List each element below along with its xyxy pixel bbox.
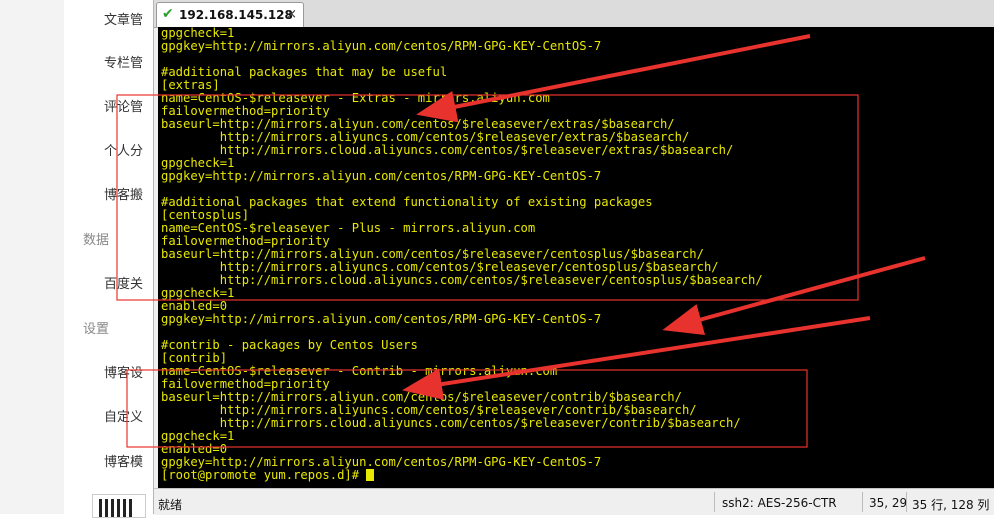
status-encryption: ssh2: AES-256-CTR: [722, 496, 837, 510]
sidebar-item-comments[interactable]: 评论管: [104, 96, 143, 115]
sidebar-item-articles[interactable]: 文章管: [104, 9, 143, 28]
shell-prompt: [root@promote yum.repos.d]#: [161, 468, 367, 482]
terminal-line: gpgkey=http://mirrors.aliyun.com/centos/…: [161, 39, 602, 53]
session-tab-title: 192.168.145.128: [179, 8, 293, 22]
status-terminal-size: 35 行, 128 列: [912, 498, 990, 512]
status-bar: 就绪 ssh2: AES-256-CTR 35, 29 35 行, 128 列: [154, 488, 994, 515]
terminal-line: #contrib - packages by Centos Users: [161, 338, 418, 352]
terminal-line: #additional packages that extend functio…: [161, 195, 653, 209]
terminal-line: gpgcheck=1: [161, 286, 235, 300]
terminal-line: gpgcheck=1: [161, 429, 235, 443]
terminal-line: http://mirrors.cloud.aliyuncs.com/centos…: [161, 416, 741, 430]
sidebar-item-personal[interactable]: 个人分: [104, 140, 143, 159]
sidebar-item-blog-settings[interactable]: 博客设: [104, 362, 143, 381]
terminal-output: gpgcheck=1 gpgkey=http://mirrors.aliyun.…: [161, 27, 763, 482]
sidebar-item-migrate[interactable]: 博客搬: [104, 184, 143, 203]
close-tab-icon[interactable]: ×: [286, 7, 297, 22]
connected-check-icon: ✔: [162, 6, 174, 22]
sidebar-item-baidu[interactable]: 百度关: [104, 273, 143, 292]
status-divider: [862, 492, 863, 512]
qr-code-icon: [92, 494, 146, 518]
sidebar-section-settings: 设置: [83, 322, 110, 337]
terminal-line: http://mirrors.cloud.aliyuncs.com/centos…: [161, 273, 763, 287]
terminal-screen[interactable]: gpgcheck=1 gpgkey=http://mirrors.aliyun.…: [158, 27, 994, 488]
session-tab-bar: ✔ 192.168.145.128 ×: [154, 0, 994, 28]
sidebar-item-custom[interactable]: 自定义: [104, 406, 143, 425]
terminal-cursor: [366, 469, 375, 481]
terminal-line: #additional packages that may be useful: [161, 65, 448, 79]
status-cursor-position: 35, 29: [869, 496, 908, 510]
sidebar-strip: [0, 0, 64, 514]
blog-admin-sidebar: 文章管 专栏管 评论管 个人分 博客搬 数据 百度关 设置 博客设 自定义 博客…: [0, 0, 160, 518]
shell-prompt-line[interactable]: [root@promote yum.repos.d]#: [161, 469, 763, 482]
terminal-window: ✔ 192.168.145.128 × gpgcheck=1 gpgkey=ht…: [153, 0, 994, 515]
terminal-line: gpgkey=http://mirrors.aliyun.com/centos/…: [161, 169, 602, 183]
session-tab[interactable]: ✔ 192.168.145.128 ×: [156, 2, 304, 27]
status-divider: [714, 492, 715, 512]
sidebar-item-templates[interactable]: 博客模: [104, 451, 143, 470]
status-divider: [906, 492, 907, 512]
sidebar-item-columns[interactable]: 专栏管: [104, 52, 143, 71]
terminal-line: http://mirrors.cloud.aliyuncs.com/centos…: [161, 143, 734, 157]
sidebar-section-data: 数据: [83, 233, 110, 248]
status-ready: 就绪: [158, 498, 183, 512]
terminal-line: gpgkey=http://mirrors.aliyun.com/centos/…: [161, 312, 602, 326]
